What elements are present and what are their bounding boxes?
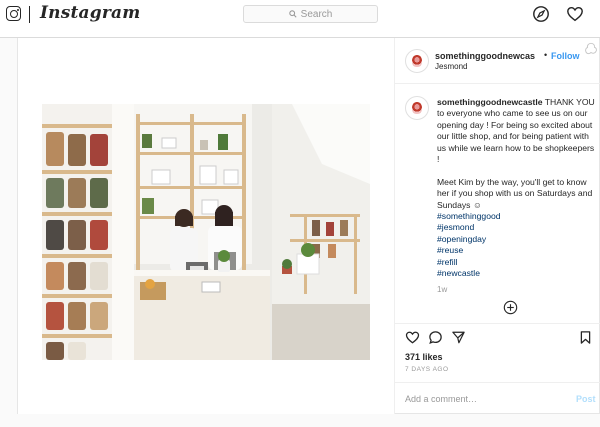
instagram-wordmark[interactable]: Instagram — [40, 3, 140, 23]
more-options-icon[interactable] — [584, 42, 598, 56]
comment-bar: Add a comment… Post — [395, 382, 600, 415]
like-heart-icon[interactable] — [405, 330, 420, 345]
share-icon[interactable] — [451, 330, 466, 345]
photo-area — [18, 38, 394, 414]
search-icon — [288, 10, 297, 18]
compass-icon[interactable] — [532, 5, 550, 23]
caption-username[interactable]: somethinggoodnewcastle — [437, 97, 543, 107]
hashtag-link[interactable]: #jesmond — [437, 222, 597, 233]
post-modal: somethinggoodnewcas • Follow Jesmond som… — [17, 38, 600, 414]
post-sidebar: somethinggoodnewcas • Follow Jesmond som… — [394, 38, 600, 414]
caption-avatar[interactable] — [405, 96, 429, 120]
search-input[interactable]: Search — [243, 5, 378, 23]
post-location[interactable]: Jesmond — [435, 62, 467, 71]
comment-bubble-icon[interactable] — [428, 330, 443, 345]
instagram-glyph-icon[interactable] — [6, 6, 21, 21]
comment-input[interactable]: Add a comment… — [405, 394, 477, 404]
caption-timestamp: 1w — [437, 285, 448, 294]
post-date: 7 DAYS AGO — [405, 366, 449, 373]
avatar[interactable] — [405, 49, 429, 73]
hashtag-link[interactable]: #reuse — [437, 245, 597, 256]
load-more-comments-icon[interactable] — [503, 300, 518, 315]
hashtag-link[interactable]: #openingday — [437, 234, 597, 245]
post-comment-button[interactable]: Post — [576, 394, 596, 404]
header-username[interactable]: somethinggoodnewcas — [435, 51, 535, 61]
post-actions: 371 likes 7 DAYS AGO Add a comment… Post — [395, 323, 600, 414]
logo-divider — [29, 6, 30, 23]
hashtag-link[interactable]: #newcastle — [437, 268, 597, 279]
bookmark-icon[interactable] — [578, 330, 593, 345]
like-count[interactable]: 371 likes — [405, 352, 443, 362]
post-header: somethinggoodnewcas • Follow Jesmond — [395, 38, 600, 84]
heart-icon[interactable] — [566, 5, 584, 23]
separator-dot: • — [544, 50, 548, 60]
caption-text: THANK YOU to everyone who came to see us… — [437, 97, 595, 210]
search-placeholder: Search — [300, 8, 333, 20]
post-caption: somethinggoodnewcastle THANK YOU to ever… — [437, 97, 597, 280]
top-navigation-bar: Instagram Search — [0, 0, 600, 38]
follow-button[interactable]: Follow — [551, 51, 580, 61]
hashtag-link[interactable]: #refill — [437, 257, 597, 268]
hashtag-link[interactable]: #somethinggood — [437, 211, 597, 222]
post-photo[interactable] — [42, 104, 370, 360]
